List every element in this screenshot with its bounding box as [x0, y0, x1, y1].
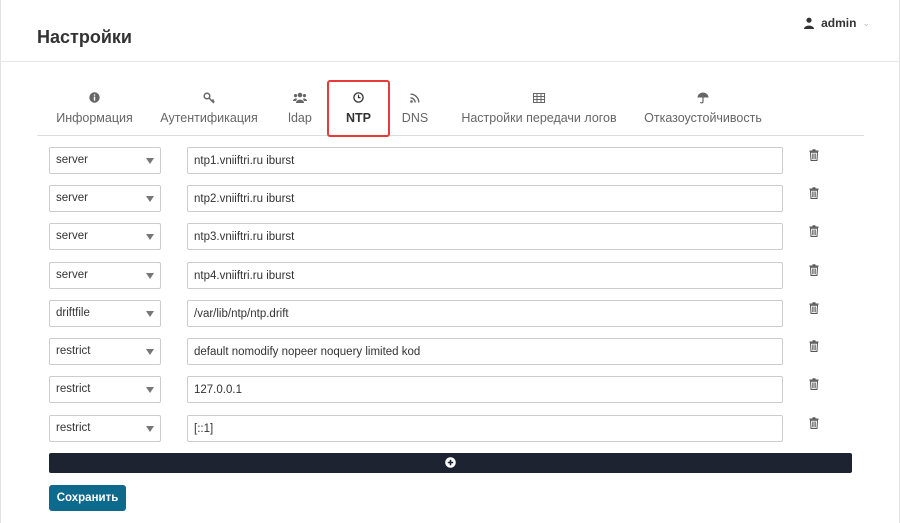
- directive-select[interactable]: restrict: [49, 415, 161, 442]
- tab-ntp[interactable]: NTP: [327, 80, 390, 137]
- caret-down-icon: [146, 234, 154, 240]
- directive-value-input[interactable]: [187, 415, 783, 442]
- users-icon: [279, 92, 321, 106]
- active-tab-highlight: [327, 80, 390, 137]
- table-icon: [459, 92, 619, 106]
- directive-select[interactable]: driftfile: [49, 300, 161, 327]
- select-value: server: [56, 269, 88, 281]
- select-value: restrict: [56, 422, 91, 434]
- trash-icon[interactable]: [809, 225, 819, 237]
- tab-label: Настройки передачи логов: [461, 111, 617, 125]
- user-menu[interactable]: admin ⌄: [803, 16, 870, 30]
- tab-dns[interactable]: DNS: [399, 80, 431, 136]
- rss-icon: [399, 92, 431, 106]
- select-value: server: [56, 230, 88, 242]
- tab-ldap[interactable]: ldap: [279, 80, 321, 136]
- directive-value-input[interactable]: [187, 262, 783, 289]
- ntp-row: server: [49, 147, 859, 175]
- settings-tabs: Информация Аутентификация ldap NTP DNS Н…: [37, 80, 864, 137]
- plus-circle-icon: [445, 457, 456, 468]
- ntp-row: restrict: [49, 415, 859, 443]
- directive-select[interactable]: server: [49, 262, 161, 289]
- chevron-down-icon: ⌄: [862, 17, 870, 28]
- directive-value-input[interactable]: [187, 300, 783, 327]
- tab-auth[interactable]: Аутентификация: [157, 80, 261, 136]
- ntp-row: restrict: [49, 376, 859, 404]
- tab-info[interactable]: Информация: [47, 80, 142, 136]
- ntp-row: server: [49, 262, 859, 290]
- caret-down-icon: [146, 426, 154, 432]
- select-value: restrict: [56, 383, 91, 395]
- trash-icon[interactable]: [809, 417, 819, 429]
- user-name: admin: [821, 16, 857, 30]
- trash-icon[interactable]: [809, 149, 819, 161]
- umbrella-icon: [641, 92, 765, 106]
- info-icon: [47, 92, 142, 106]
- ntp-row: server: [49, 185, 859, 213]
- select-value: restrict: [56, 345, 91, 357]
- directive-value-input[interactable]: [187, 338, 783, 365]
- directive-value-input[interactable]: [187, 147, 783, 174]
- tab-label: Отказоустойчивость: [644, 111, 762, 125]
- trash-icon[interactable]: [809, 340, 819, 352]
- select-value: server: [56, 192, 88, 204]
- select-value: server: [56, 154, 88, 166]
- tab-label: DNS: [401, 111, 429, 125]
- directive-value-input[interactable]: [187, 185, 783, 212]
- tab-label: ldap: [288, 111, 312, 125]
- ntp-row: server: [49, 223, 859, 251]
- caret-down-icon: [146, 196, 154, 202]
- caret-down-icon: [146, 273, 154, 279]
- save-button[interactable]: Сохранить: [49, 485, 126, 511]
- caret-down-icon: [146, 349, 154, 355]
- trash-icon[interactable]: [809, 302, 819, 314]
- directive-value-input[interactable]: [187, 223, 783, 250]
- key-icon: [157, 92, 261, 106]
- page-header: Настройки admin ⌄: [0, 0, 900, 62]
- caret-down-icon: [146, 311, 154, 317]
- ntp-row: restrict: [49, 338, 859, 366]
- directive-value-input[interactable]: [187, 376, 783, 403]
- trash-icon[interactable]: [809, 264, 819, 276]
- caret-down-icon: [146, 158, 154, 164]
- user-icon: [804, 17, 815, 29]
- caret-down-icon: [146, 387, 154, 393]
- trash-icon[interactable]: [809, 378, 819, 390]
- add-row-button[interactable]: [49, 453, 852, 473]
- page-title: Настройки: [37, 27, 132, 47]
- directive-select[interactable]: server: [49, 223, 161, 250]
- select-value: driftfile: [56, 307, 90, 319]
- tab-failover[interactable]: Отказоустойчивость: [641, 80, 765, 136]
- tab-label: Информация: [56, 111, 133, 125]
- tab-label: Аутентификация: [160, 111, 258, 125]
- directive-select[interactable]: server: [49, 147, 161, 174]
- directive-select[interactable]: restrict: [49, 338, 161, 365]
- trash-icon[interactable]: [809, 187, 819, 199]
- tab-log-transfer[interactable]: Настройки передачи логов: [459, 80, 619, 136]
- ntp-row: driftfile: [49, 300, 859, 328]
- directive-select[interactable]: server: [49, 185, 161, 212]
- directive-select[interactable]: restrict: [49, 376, 161, 403]
